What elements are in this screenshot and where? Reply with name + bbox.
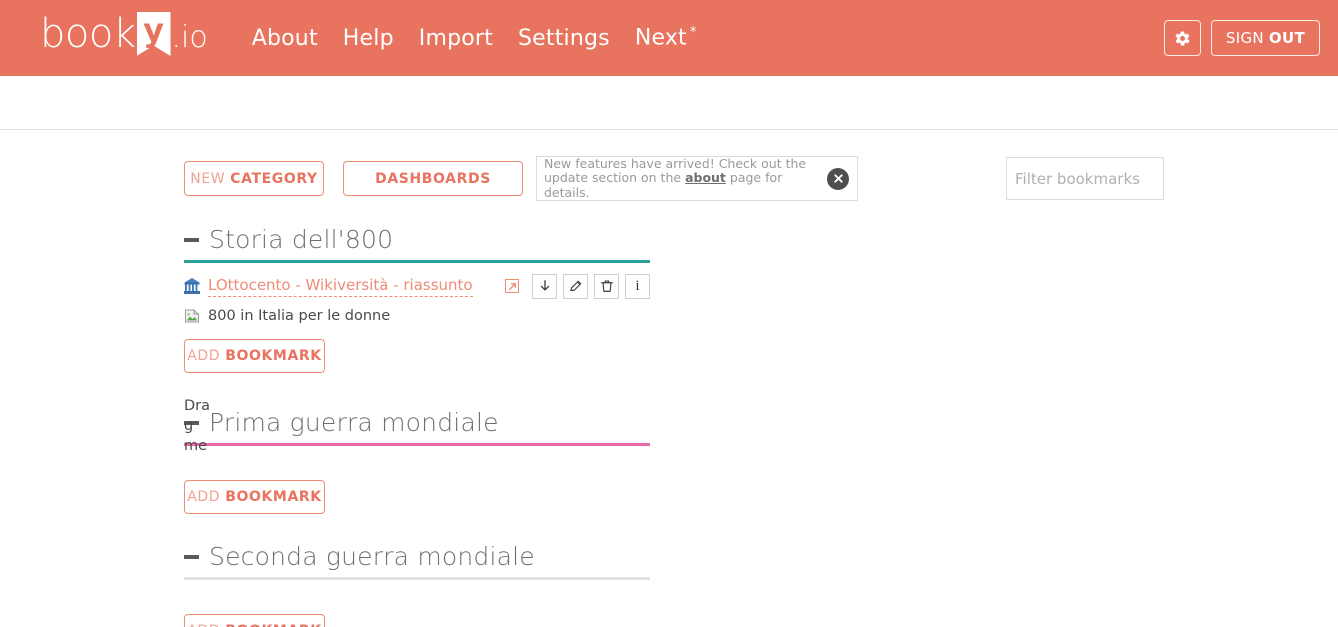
new-category-label-bold: CATEGORY	[230, 170, 318, 187]
nav-item-import[interactable]: Import	[419, 26, 493, 51]
notification-line1: New features have arrived! Check out the	[544, 155, 807, 171]
edit-button[interactable]	[563, 273, 588, 299]
category-title: Prima guerra mondiale	[209, 408, 499, 437]
nav-label-settings: Settings	[517, 25, 610, 51]
sign-out-label-light: SIGN	[1225, 29, 1264, 47]
category-divider	[184, 260, 650, 263]
broken-image-icon	[185, 309, 200, 323]
logo-text-dotio: .io	[171, 20, 208, 55]
edit-pencil-icon	[569, 280, 581, 291]
add-bookmark-label-bold: BOOKMARK	[225, 623, 322, 627]
logo-bookmark-badge: y	[136, 11, 171, 56]
add-bookmark-button[interactable]: ADD BOOKMARK	[184, 480, 325, 514]
nav-label-about: About	[251, 25, 318, 51]
bookmark-actions: i	[505, 273, 650, 299]
bank-building-icon	[184, 278, 200, 294]
category-title: Seconda guerra mondiale	[209, 542, 535, 571]
main-nav: About Help Import Settings Next *	[252, 0, 697, 76]
dashboards-label: DASHBOARDS	[375, 170, 491, 187]
sign-out-button[interactable]: SIGN OUT	[1210, 20, 1320, 56]
info-icon: i	[635, 277, 640, 294]
logo-text-book: book	[40, 11, 136, 57]
add-bookmark-label-light: ADD	[187, 348, 221, 364]
nav-label-next: Next	[634, 25, 687, 51]
dashboards-button[interactable]: DASHBOARDS	[343, 161, 523, 196]
category-prima-guerra-mondiale: Prima guerra mondiale ADD BOOKMARK	[184, 409, 650, 514]
nav-item-help[interactable]: Help	[343, 26, 394, 51]
open-external-icon[interactable]	[505, 279, 519, 293]
nav-label-import: Import	[418, 25, 493, 51]
category-storia-dell-800: Storia dell'800 LOttocento - Wikiversità…	[184, 226, 650, 454]
notification-line2-pre: update section on the	[544, 170, 682, 186]
bookmark-image-item: 800 in Italia per le donne	[184, 306, 650, 326]
logo-letter-y: y	[143, 11, 164, 49]
category-header: Prima guerra mondiale	[184, 409, 650, 443]
minus-icon[interactable]	[184, 238, 199, 242]
nav-next-asterisk: *	[689, 25, 697, 41]
app-logo[interactable]: book y .io	[40, 0, 208, 76]
notification-about-link[interactable]: about	[685, 170, 726, 186]
info-button[interactable]: i	[625, 273, 650, 299]
notification-banner: New features have arrived! Check out the…	[536, 156, 858, 201]
nav-item-next[interactable]: Next *	[635, 25, 697, 50]
add-bookmark-label-bold: BOOKMARK	[225, 489, 322, 505]
add-bookmark-button[interactable]: ADD BOOKMARK	[184, 614, 325, 627]
notification-close-button[interactable]	[827, 167, 849, 190]
download-button[interactable]	[532, 273, 557, 299]
nav-label-help: Help	[342, 25, 394, 51]
nav-item-settings[interactable]: Settings	[518, 26, 610, 51]
new-category-label-light: NEW	[190, 170, 226, 187]
add-bookmark-label-bold: BOOKMARK	[225, 348, 322, 364]
category-header: Seconda guerra mondiale	[184, 543, 650, 577]
nav-item-about[interactable]: About	[252, 26, 318, 51]
drag-me-label[interactable]: Drag me	[184, 396, 210, 456]
settings-gear-button[interactable]	[1163, 20, 1201, 56]
delete-trash-icon	[600, 280, 613, 292]
minus-icon[interactable]	[184, 555, 199, 559]
add-bookmark-label-light: ADD	[187, 623, 220, 627]
bookmark-row: LOttocento - Wikiversità - riassunto i	[184, 273, 650, 299]
category-divider	[184, 577, 650, 580]
bookmark-image-caption: 800 in Italia per le donne	[208, 308, 391, 324]
bookmark-link[interactable]: LOttocento - Wikiversità - riassunto	[208, 276, 473, 297]
notification-text: New features have arrived! Check out the…	[544, 155, 827, 201]
close-icon	[833, 174, 843, 183]
category-seconda-guerra-mondiale: Seconda guerra mondiale ADD BOOKMARK	[184, 543, 650, 627]
download-arrow-icon	[540, 280, 549, 291]
category-title: Storia dell'800	[209, 225, 394, 254]
sign-out-label-bold: OUT	[1268, 29, 1305, 47]
category-header: Storia dell'800	[184, 226, 650, 260]
arrow-up-right-icon	[508, 282, 516, 290]
header-actions: SIGN OUT	[1163, 20, 1320, 56]
gear-icon	[1175, 30, 1190, 46]
add-bookmark-button[interactable]: ADD BOOKMARK	[184, 339, 325, 373]
new-category-button[interactable]: NEW CATEGORY	[184, 161, 324, 196]
category-divider	[184, 443, 650, 446]
delete-button[interactable]	[594, 273, 619, 299]
filter-bookmarks-input[interactable]	[1006, 157, 1164, 200]
add-bookmark-label-light: ADD	[187, 489, 221, 505]
app-header: book y .io About Help Import Settings Ne…	[0, 0, 1338, 76]
toolbar: NEW CATEGORY DASHBOARDS New features hav…	[0, 76, 1338, 201]
